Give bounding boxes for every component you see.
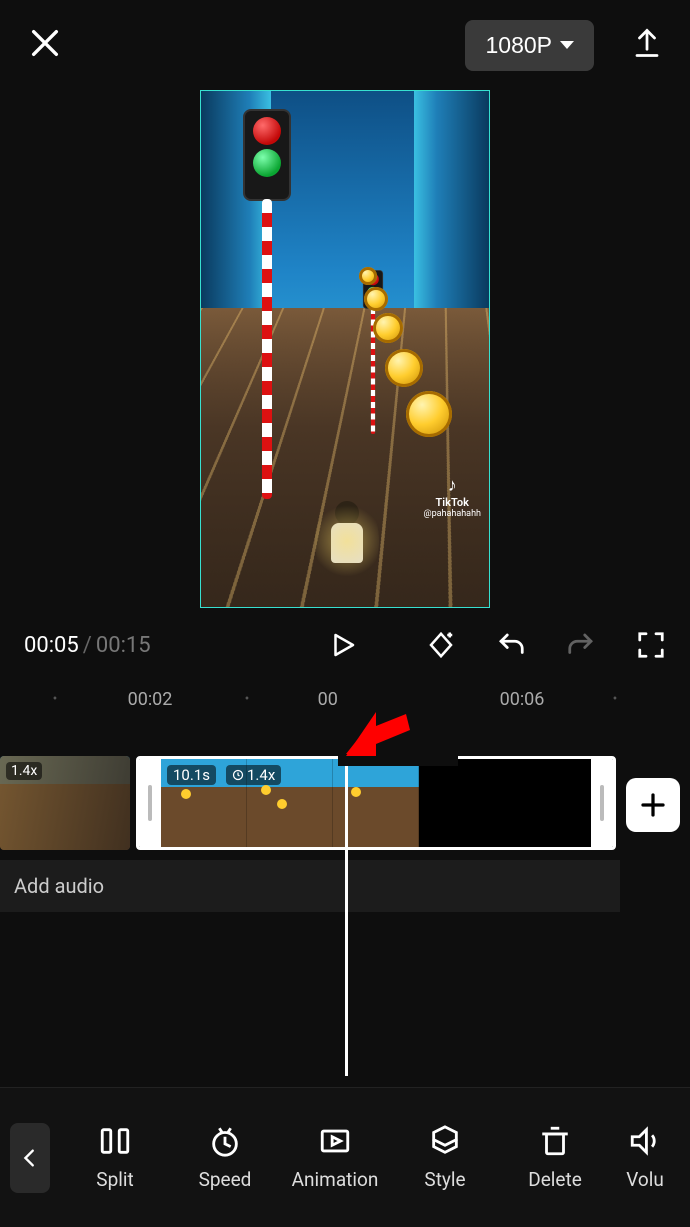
animation-label: Animation — [292, 1168, 379, 1191]
speed-button[interactable]: Speed — [170, 1124, 280, 1191]
play-button[interactable] — [328, 630, 358, 660]
delete-label: Delete — [528, 1168, 582, 1191]
add-audio-label: Add audio — [14, 874, 104, 898]
animation-button[interactable]: Animation — [280, 1124, 390, 1191]
annotation-arrow-icon — [346, 708, 418, 762]
volume-label: Volu — [626, 1168, 664, 1191]
split-button[interactable]: Split — [60, 1124, 170, 1191]
style-button[interactable]: Style — [390, 1124, 500, 1191]
caret-down-icon — [560, 41, 574, 49]
playhead[interactable] — [345, 716, 348, 1076]
clip-unselected[interactable]: 1.4x — [0, 756, 130, 850]
undo-button[interactable] — [496, 630, 526, 660]
total-time: 00:15 — [96, 633, 151, 658]
ruler-tick: 00:06 — [500, 689, 545, 710]
close-icon[interactable] — [28, 26, 62, 64]
toolbar-back-button[interactable] — [10, 1123, 50, 1193]
clip-speed-badge: 1.4x — [226, 765, 281, 785]
add-audio-row[interactable]: Add audio — [0, 860, 620, 912]
delete-button[interactable]: Delete — [500, 1124, 610, 1191]
watermark-app: TikTok — [423, 496, 481, 509]
add-clip-button[interactable] — [626, 778, 680, 832]
watermark: ♪ TikTok @pahahahahh — [423, 475, 481, 519]
clip-handle-left[interactable] — [139, 759, 161, 847]
volume-button[interactable]: Volu — [610, 1124, 680, 1191]
ruler-tick: 00:02 — [128, 689, 173, 710]
export-icon[interactable] — [632, 26, 662, 64]
clip-selected[interactable]: 10.1s 1.4x — [136, 756, 616, 850]
playback-time: 00:05/00:15 — [24, 633, 151, 658]
fullscreen-button[interactable] — [636, 630, 666, 660]
speed-label: Speed — [199, 1168, 252, 1191]
clip-duration-badge: 10.1s — [167, 765, 216, 785]
current-time: 00:05 — [24, 633, 79, 658]
resolution-button[interactable]: 1080P — [465, 20, 594, 71]
timeline[interactable]: 1.4x 10.1s 1.4x Add audio — [0, 756, 690, 986]
clip-speed-badge: 1.4x — [6, 762, 42, 780]
video-preview[interactable]: ♪ TikTok @pahahahahh — [200, 90, 490, 608]
clip-handle-right[interactable] — [591, 759, 613, 847]
keyframe-icon[interactable] — [426, 630, 456, 660]
style-label: Style — [424, 1168, 465, 1191]
split-label: Split — [96, 1168, 133, 1191]
resolution-label: 1080P — [485, 32, 552, 59]
redo-button[interactable] — [566, 630, 596, 660]
watermark-user: @pahahahahh — [423, 509, 481, 519]
